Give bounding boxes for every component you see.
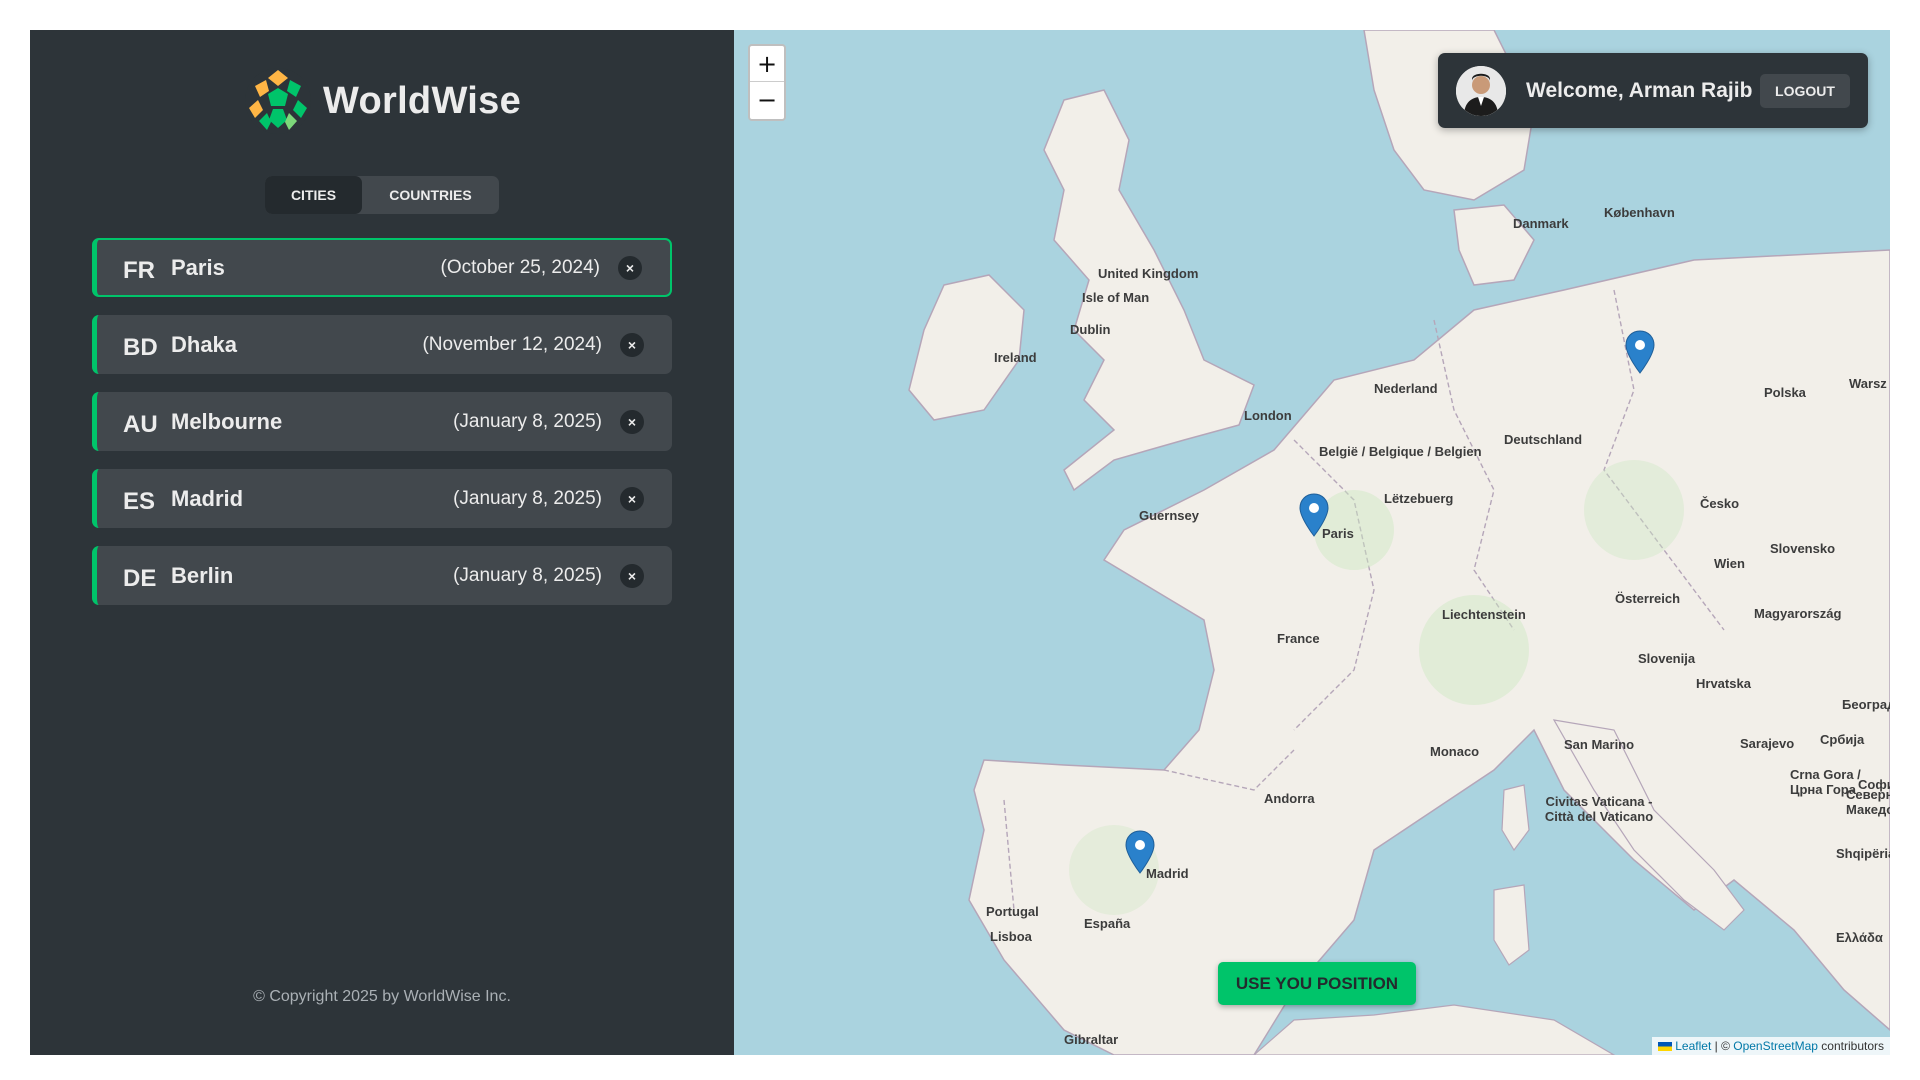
zoom-in-button[interactable]: + bbox=[750, 46, 784, 82]
map-label-espana: España bbox=[1084, 916, 1131, 931]
map-label-wien: Wien bbox=[1714, 556, 1745, 571]
map-tiles[interactable] bbox=[734, 30, 1890, 1055]
city-item-paris[interactable]: FR Paris (October 25, 2024) × bbox=[92, 238, 672, 297]
map-label-andorra: Andorra bbox=[1264, 791, 1315, 806]
map-label-vatican: Civitas Vaticana - Città del Vaticano bbox=[1544, 794, 1654, 824]
map-label-guernsey: Guernsey bbox=[1139, 508, 1199, 523]
city-name: Paris bbox=[171, 254, 225, 280]
map-label-hrvatska: Hrvatska bbox=[1696, 676, 1751, 691]
zoom-control: + − bbox=[748, 44, 786, 121]
map-label-portugal: Portugal bbox=[986, 904, 1039, 919]
city-date: (January 8, 2025) bbox=[453, 487, 602, 509]
map-label-slovensko: Slovensko bbox=[1770, 541, 1836, 556]
city-name: Berlin bbox=[171, 562, 234, 588]
logout-button[interactable]: LOGOUT bbox=[1760, 73, 1850, 108]
leaflet-link[interactable]: Leaflet bbox=[1675, 1039, 1711, 1053]
map-label-danmark: Danmark bbox=[1513, 216, 1569, 231]
sidebar: WorldWise CITIES COUNTRIES FR Paris (Oct… bbox=[30, 30, 734, 1055]
country-code: FR bbox=[123, 256, 155, 284]
country-code: ES bbox=[123, 487, 156, 515]
map-label-osterreich: Österreich bbox=[1615, 591, 1681, 606]
map-label-beograd: Београд bbox=[1842, 697, 1890, 712]
attribution-contributors: contributors bbox=[1817, 1039, 1884, 1053]
delete-city-button[interactable]: × bbox=[620, 486, 644, 511]
app-name: WorldWise bbox=[323, 79, 522, 122]
map-label-cesko: Česko bbox=[1700, 496, 1740, 511]
map-label-france: France bbox=[1277, 631, 1320, 646]
map-marker-paris[interactable] bbox=[1299, 493, 1329, 537]
map-label-san-marino: San Marino bbox=[1564, 737, 1635, 752]
city-name: Dhaka bbox=[171, 331, 238, 357]
worldwise-logo-icon bbox=[245, 68, 311, 134]
app-root: WorldWise CITIES COUNTRIES FR Paris (Oct… bbox=[30, 30, 1890, 1055]
delete-city-button[interactable]: × bbox=[618, 255, 642, 280]
map-label-warsz: Warsz bbox=[1849, 376, 1887, 391]
city-item-dhaka[interactable]: BD Dhaka (November 12, 2024) × bbox=[92, 315, 672, 374]
map-attribution: Leaflet | © OpenStreetMap contributors bbox=[1651, 1037, 1890, 1055]
delete-city-button[interactable]: × bbox=[620, 332, 644, 357]
map-label-magyarorszag: Magyarország bbox=[1754, 606, 1842, 621]
map-label-london: London bbox=[1244, 408, 1292, 423]
map-label-deutschland: Deutschland bbox=[1504, 432, 1583, 447]
map-label-ireland: Ireland bbox=[994, 350, 1037, 365]
city-date: (January 8, 2025) bbox=[453, 410, 602, 432]
city-date: (January 8, 2025) bbox=[453, 564, 602, 586]
nav-tabs: CITIES COUNTRIES bbox=[265, 176, 499, 214]
city-item-melbourne[interactable]: AU Melbourne (January 8, 2025) × bbox=[92, 392, 672, 451]
map-label-dublin: Dublin bbox=[1070, 322, 1111, 337]
country-code: BD bbox=[123, 333, 158, 361]
map-label-liechtenstein: Liechtenstein bbox=[1442, 607, 1526, 622]
country-code: AU bbox=[123, 410, 158, 438]
attribution-separator: | © bbox=[1711, 1039, 1734, 1053]
map-label-belgie: België / Belgique / Belgien bbox=[1319, 444, 1482, 459]
zoom-out-button[interactable]: − bbox=[750, 82, 784, 118]
ukraine-flag-icon bbox=[1657, 1042, 1672, 1052]
map-marker-berlin[interactable] bbox=[1625, 330, 1655, 374]
map-label-monaco: Monaco bbox=[1430, 744, 1480, 759]
copyright: © Copyright 2025 by WorldWise Inc. bbox=[253, 988, 511, 1005]
map-label-letzebuerg: Lëtzebuerg bbox=[1384, 491, 1454, 506]
map-container[interactable]: United Kingdom Isle of Man Dublin Irelan… bbox=[734, 30, 1890, 1055]
country-code: DE bbox=[123, 564, 157, 592]
city-item-madrid[interactable]: ES Madrid (January 8, 2025) × bbox=[92, 469, 672, 528]
welcome-text: Welcome, Arman Rajib bbox=[1526, 78, 1753, 102]
map-label-uk: United Kingdom bbox=[1098, 266, 1199, 281]
map-label-nederland: Nederland bbox=[1374, 381, 1438, 396]
user-avatar-icon bbox=[1456, 65, 1506, 116]
user-panel: Welcome, Arman Rajib LOGOUT bbox=[1438, 53, 1868, 128]
tab-cities[interactable]: CITIES bbox=[265, 176, 362, 214]
map-label-srbija: Србија bbox=[1820, 732, 1865, 747]
city-item-berlin[interactable]: DE Berlin (January 8, 2025) × bbox=[92, 546, 672, 605]
map-marker-madrid[interactable] bbox=[1125, 830, 1155, 874]
osm-link[interactable]: OpenStreetMap bbox=[1733, 1039, 1818, 1053]
city-date: (October 25, 2024) bbox=[440, 256, 600, 278]
avatar bbox=[1456, 65, 1506, 116]
map-label-slovenija: Slovenija bbox=[1638, 651, 1696, 666]
city-list: FR Paris (October 25, 2024) × BD Dhaka (… bbox=[92, 238, 672, 623]
city-name: Melbourne bbox=[171, 408, 283, 434]
delete-city-button[interactable]: × bbox=[620, 409, 644, 434]
map-label-gibraltar: Gibraltar bbox=[1064, 1032, 1119, 1047]
city-date: (November 12, 2024) bbox=[422, 333, 602, 355]
map-label-ellada: Ελλάδα bbox=[1836, 930, 1883, 945]
logo[interactable]: WorldWise bbox=[243, 66, 521, 136]
map-label-sarajevo: Sarajevo bbox=[1740, 736, 1795, 751]
delete-city-button[interactable]: × bbox=[620, 563, 644, 588]
tab-countries[interactable]: COUNTRIES bbox=[362, 176, 499, 214]
map-label-isle-of-man: Isle of Man bbox=[1082, 290, 1150, 305]
map-label-lisboa: Lisboa bbox=[990, 929, 1032, 944]
map-label-kobenhavn: København bbox=[1604, 205, 1675, 220]
map-label-shqiperia: Shqipëria bbox=[1836, 846, 1890, 861]
city-name: Madrid bbox=[171, 485, 244, 511]
use-position-button[interactable]: USE YOU POSITION bbox=[1218, 962, 1416, 1005]
map-label-polska: Polska bbox=[1764, 385, 1806, 400]
map-label-sofia: Софи bbox=[1858, 777, 1890, 792]
